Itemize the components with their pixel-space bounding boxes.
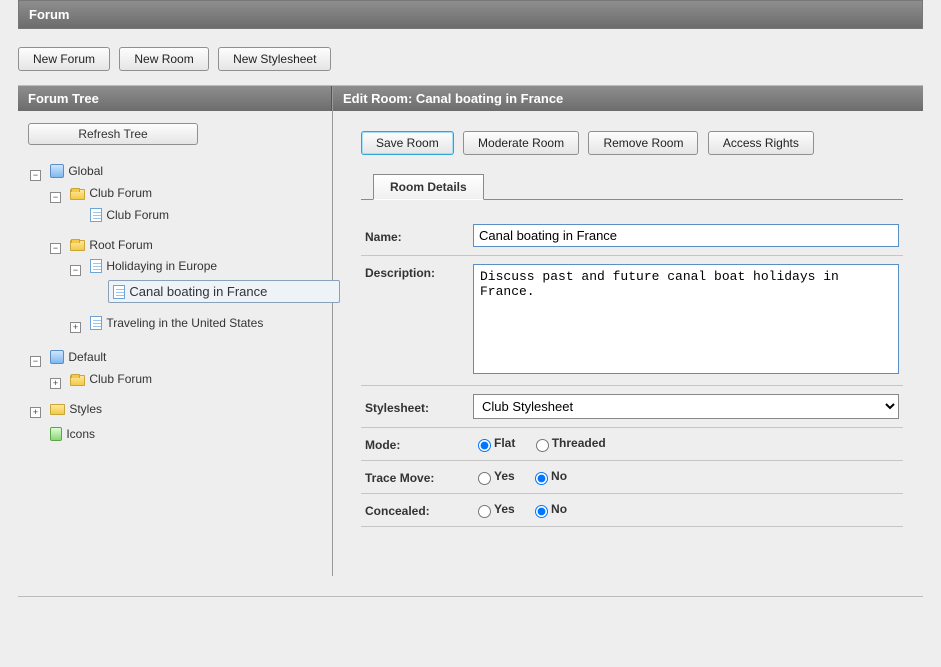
concealed-yes-label[interactable]: Yes [473,502,515,516]
mode-flat-radio[interactable] [478,439,491,452]
folder-icon [70,240,85,251]
moderate-room-button[interactable]: Moderate Room [463,131,579,155]
label-stylesheet: Stylesheet: [365,399,473,415]
label-trace: Trace Move: [365,469,473,485]
refresh-tree-button[interactable]: Refresh Tree [28,123,198,145]
label-concealed: Concealed: [365,502,473,518]
trace-radio-group: Yes No [473,469,899,485]
tree-node-canal-selected[interactable]: Canal boating in France [108,280,340,303]
collapse-icon[interactable]: − [50,192,61,203]
tree-node-root-forum[interactable]: Root Forum [68,237,156,253]
expand-icon[interactable]: + [30,407,41,418]
spacer [70,211,81,222]
mode-radio-group: Flat Threaded [473,436,899,452]
forum-tree-header: Forum Tree [18,86,332,111]
save-room-button[interactable]: Save Room [361,131,454,155]
remove-room-button[interactable]: Remove Room [588,131,698,155]
globe-icon [50,164,64,178]
label-mode: Mode: [365,436,473,452]
tree-node-club-forum[interactable]: Club Forum [68,185,156,201]
page-header: Forum [18,0,923,29]
tree-label: Holidaying in Europe [106,259,217,273]
spacer [90,288,101,299]
tree-label: Styles [69,402,102,416]
mode-flat-label[interactable]: Flat [473,436,515,450]
tab-room-details[interactable]: Room Details [373,174,484,200]
new-room-button[interactable]: New Room [119,47,208,71]
page-icon [90,316,102,330]
expand-icon[interactable]: + [50,378,61,389]
collapse-icon[interactable]: − [30,170,41,181]
page-icon [90,259,102,273]
page-title: Forum [29,7,69,22]
tree-label: Club Forum [106,208,169,222]
tree-label: Icons [66,427,95,441]
tree-node-club-forum-page[interactable]: Club Forum [88,207,173,223]
collapse-icon[interactable]: − [30,356,41,367]
tree-node-styles[interactable]: Styles [48,401,106,417]
tree-node-holidaying[interactable]: Holidaying in Europe [88,258,221,274]
tree-node-default-club[interactable]: Club Forum [68,371,156,387]
tree-node-default[interactable]: Default [48,349,110,365]
globe-icon [50,350,64,364]
tree-label: Club Forum [89,372,152,386]
tab-bar: Room Details [361,173,903,200]
tree-label: Club Forum [89,186,152,200]
new-forum-button[interactable]: New Forum [18,47,110,71]
description-textarea[interactable] [473,264,899,374]
tree-label: Canal boating in France [129,284,267,299]
stylesheet-select[interactable]: Club Stylesheet [473,394,899,419]
access-rights-button[interactable]: Access Rights [708,131,814,155]
collapse-icon[interactable]: − [50,243,61,254]
tree-node-global[interactable]: Global [48,163,107,179]
name-input[interactable] [473,224,899,247]
folder-icon [70,375,85,386]
mode-threaded-radio[interactable] [536,439,549,452]
tree-label: Global [68,164,103,178]
page-icon [113,285,125,299]
folder-icon [50,404,65,415]
spacer [30,430,41,441]
edit-room-header: Edit Room: Canal boating in France [333,86,923,111]
concealed-yes-radio[interactable] [478,505,491,518]
forum-tree: − Global − Club Forum [28,159,322,448]
new-stylesheet-button[interactable]: New Stylesheet [218,47,331,71]
folder-icon [70,189,85,200]
trace-yes-radio[interactable] [478,472,491,485]
mode-threaded-label[interactable]: Threaded [531,436,606,450]
concealed-radio-group: Yes No [473,502,899,518]
concealed-no-radio[interactable] [535,505,548,518]
label-name: Name: [365,228,473,244]
room-toolbar: Save Room Moderate Room Remove Room Acce… [361,131,903,155]
forum-tree-title: Forum Tree [28,91,99,106]
tree-node-icons[interactable]: Icons [48,426,99,442]
trace-no-radio[interactable] [535,472,548,485]
trace-no-label[interactable]: No [530,469,567,483]
concealed-no-label[interactable]: No [530,502,567,516]
footer-divider [18,596,923,597]
tree-node-traveling[interactable]: Traveling in the United States [88,315,267,331]
label-description: Description: [365,264,473,280]
tree-label: Traveling in the United States [106,316,263,330]
edit-room-title: Edit Room: Canal boating in France [343,91,563,106]
icons-icon [50,427,62,441]
trace-yes-label[interactable]: Yes [473,469,515,483]
collapse-icon[interactable]: − [70,265,81,276]
top-toolbar: New Forum New Room New Stylesheet [18,39,923,86]
tree-label: Default [68,350,106,364]
page-icon [90,208,102,222]
expand-icon[interactable]: + [70,322,81,333]
tree-label: Root Forum [89,238,152,252]
